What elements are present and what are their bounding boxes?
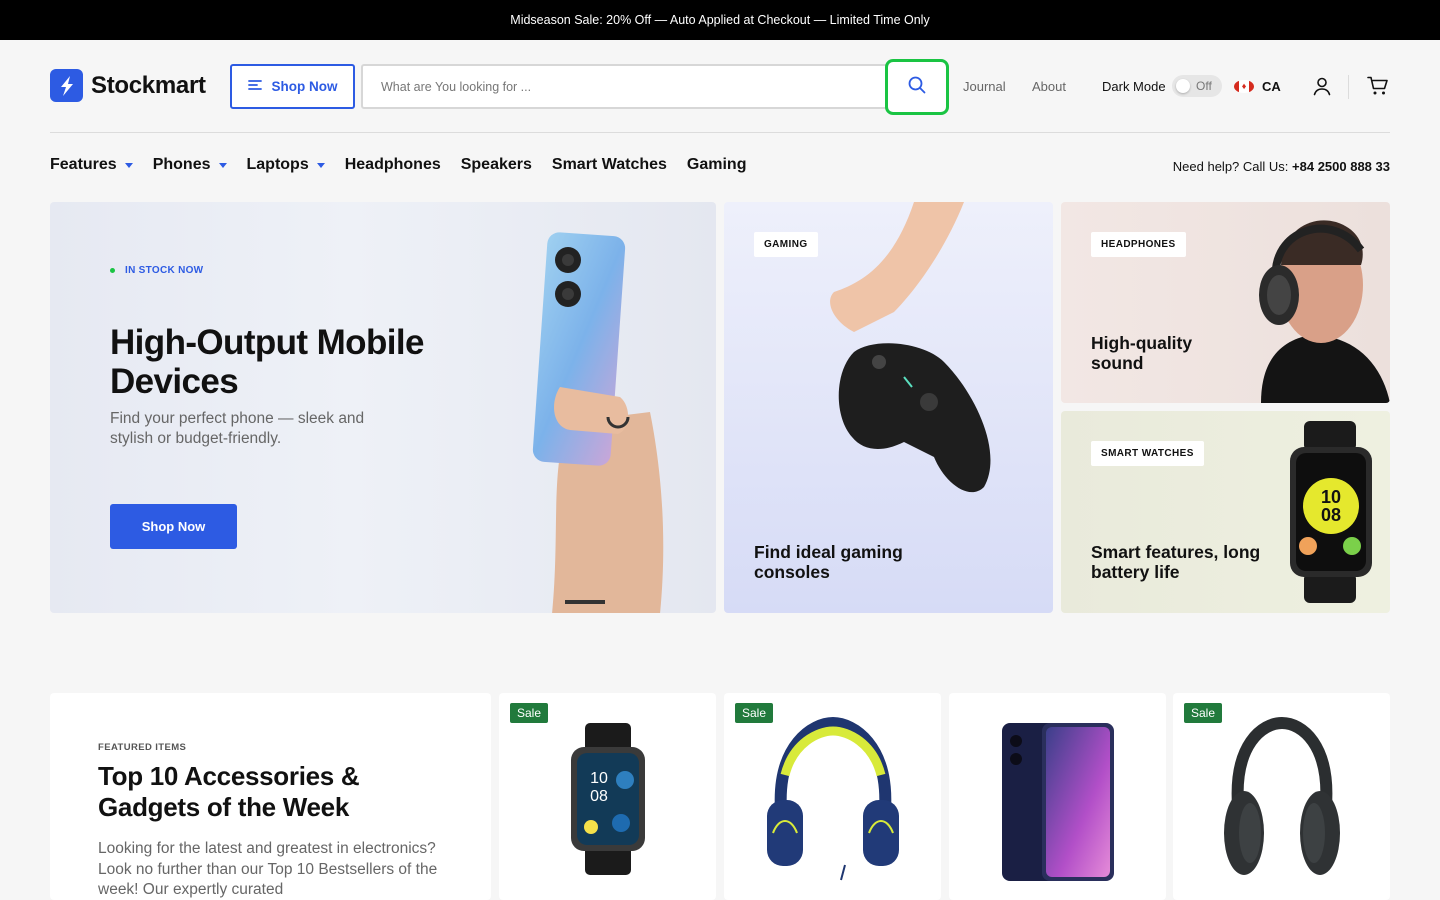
site-header: Stockmart Shop Now Journal About Dark Mo… [50,40,1390,133]
help-contact: Need help? Call Us: +84 2500 888 33 [1173,159,1390,174]
category-nav: Features Phones Laptops Headphones Speak… [50,156,746,174]
promo-headphones-title: High-quality sound [1091,333,1193,373]
svg-text:08: 08 [590,788,608,805]
dark-mode-toggle[interactable]: Off [1172,75,1222,97]
smartwatch-icon: 10 08 [570,723,645,875]
featured-description: Looking for the latest and greatest in e… [98,840,438,898]
category-smart-watches[interactable]: Smart Watches [552,156,667,174]
over-ear-headphones-icon [1223,716,1340,875]
featured-section: FEATURED ITEMS Top 10 Accessories & Gadg… [50,693,491,900]
headphones-icon [766,716,899,881]
featured-overline: FEATURED ITEMS [98,742,187,753]
announcement-bar: Midseason Sale: 20% Off — Auto Applied a… [0,0,1440,40]
logo[interactable]: Stockmart [50,69,206,102]
man-with-headphones-image [1259,220,1390,403]
product-card[interactable]: Sale [724,693,941,900]
hero-banner: IN STOCK NOW High-Output Mobile Devices … [50,202,716,613]
category-phones[interactable]: Phones [153,156,227,174]
help-text: Need help? Call Us: [1172,159,1289,174]
toggle-knob [1176,79,1190,93]
phone-in-hand-image [532,232,664,613]
announcement-text: Midseason Sale: 20% Off — Auto Applied a… [510,13,930,27]
chevron-down-icon [124,162,133,168]
search-input[interactable] [381,77,861,97]
category-features[interactable]: Features [50,156,133,174]
header-divider [1348,75,1349,99]
brand-name: Stockmart [91,71,206,99]
country-selector[interactable]: CA [1262,79,1281,94]
search-icon [907,75,927,100]
chevron-down-icon [316,162,325,168]
chevron-down-icon [218,162,227,168]
cart-icon[interactable] [1367,76,1389,101]
shop-now-button[interactable]: Shop Now [230,64,355,109]
account-icon[interactable] [1312,76,1332,101]
svg-text:10: 10 [1321,487,1341,507]
dark-mode-state: Off [1196,79,1212,93]
svg-text:10: 10 [590,770,608,787]
promo-gaming-title: Find ideal gaming consoles [754,542,903,582]
logo-icon [50,69,83,102]
smartwatch-image: 10 08 [1290,421,1372,603]
stock-badge: IN STOCK NOW [110,265,203,276]
promo-smart-watches[interactable]: SMART WATCHES 10 08 Smart features, long… [1061,411,1390,613]
hero-subtitle: Find your perfect phone — sleek and styl… [110,410,365,447]
featured-title: Top 10 Accessories & Gadgets of the Week [98,761,360,822]
promo-headphones[interactable]: HEADPHONES High-quality sound [1061,202,1390,403]
help-phone[interactable]: +84 2500 888 33 [1292,159,1390,174]
dark-mode-label: Dark Mode [1102,79,1166,94]
category-headphones[interactable]: Headphones [345,156,441,174]
hero-title: High-Output Mobile Devices [110,323,424,401]
promo-headphones-tag: HEADPHONES [1091,232,1186,257]
about-link[interactable]: About [1032,79,1066,94]
search-box [361,64,947,109]
promo-watches-title: Smart features, long battery life [1091,542,1261,582]
svg-text:08: 08 [1321,505,1341,525]
status-dot-icon [110,268,115,273]
menu-lines-icon [247,79,262,94]
product-card[interactable] [949,693,1166,900]
promo-gaming[interactable]: GAMING Find ideal gaming consoles [724,202,1053,613]
canada-flag-icon[interactable]: ♦ [1234,80,1254,93]
product-card[interactable]: Sale [1173,693,1390,900]
category-speakers[interactable]: Speakers [461,156,532,174]
category-laptops[interactable]: Laptops [247,156,325,174]
search-button[interactable] [885,59,949,115]
hero-shop-now-button[interactable]: Shop Now [110,504,237,549]
smartphone-icon [1001,723,1114,881]
category-gaming[interactable]: Gaming [687,156,747,174]
promo-watches-tag: SMART WATCHES [1091,441,1204,466]
journal-link[interactable]: Journal [963,79,1006,94]
product-card[interactable]: Sale 10 08 [499,693,716,900]
gamepad-image [830,202,991,493]
shop-now-label: Shop Now [271,79,338,94]
